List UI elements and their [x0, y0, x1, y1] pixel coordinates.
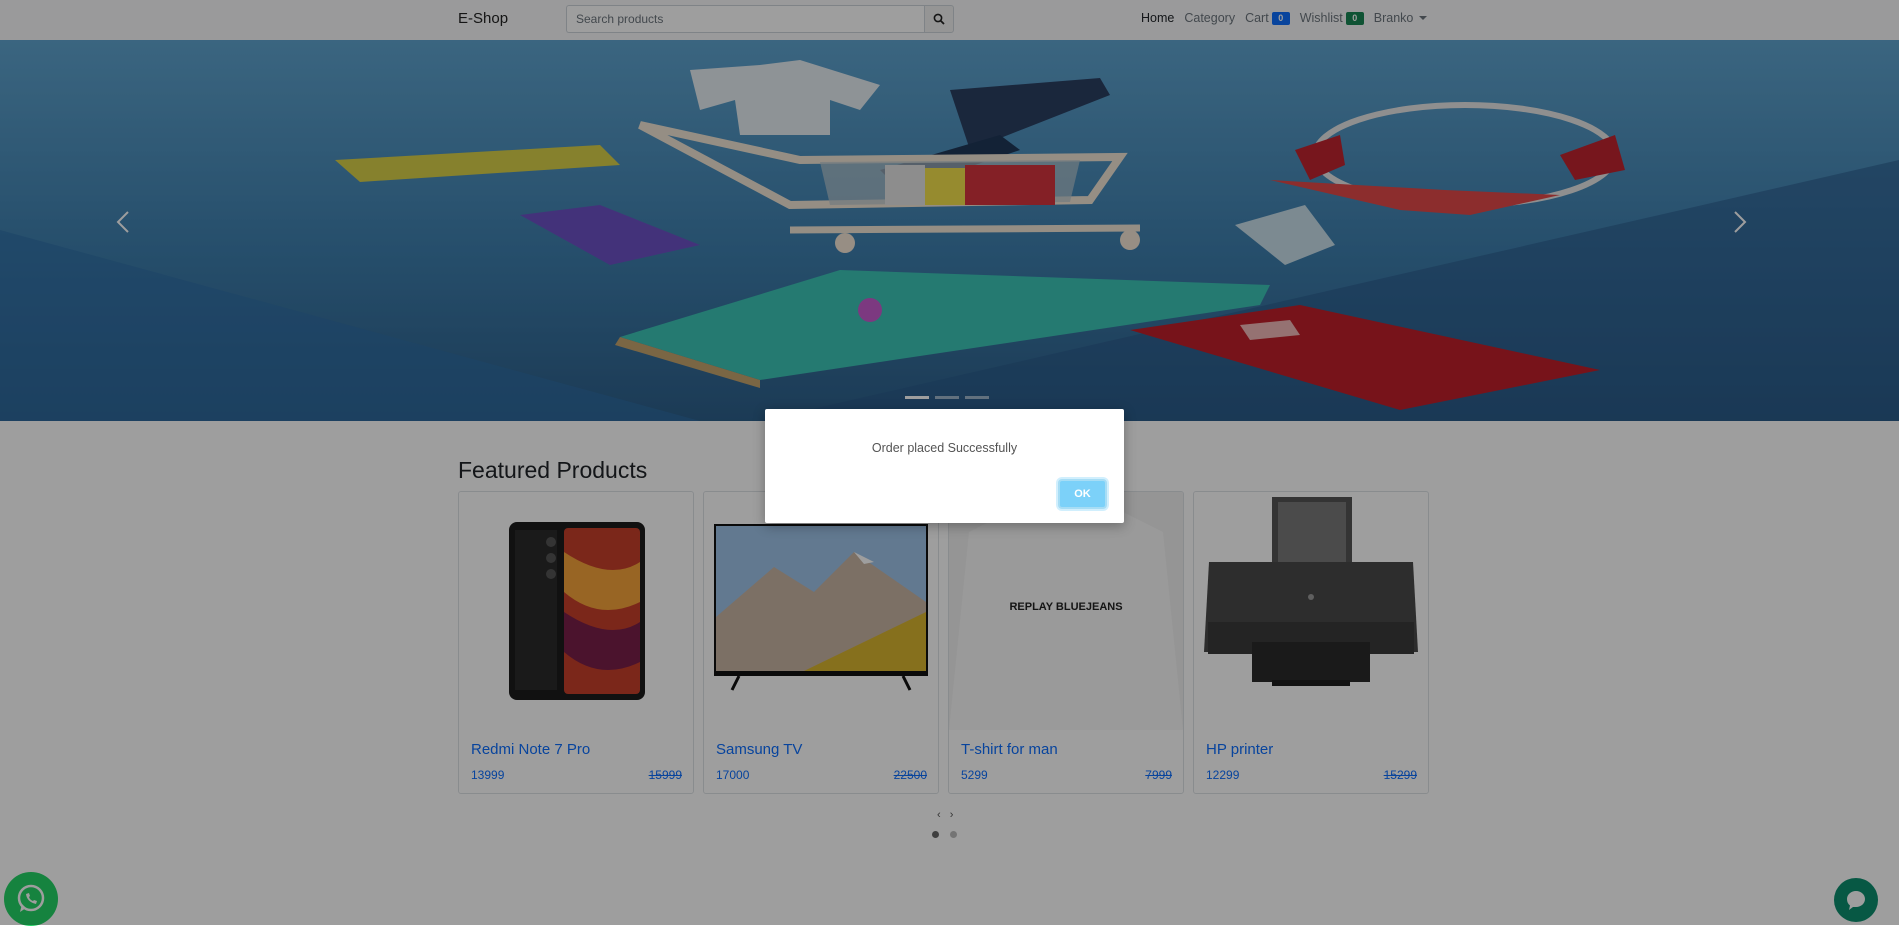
dialog-message: Order placed Successfully — [871, 441, 1018, 455]
order-success-dialog: Order placed Successfully OK — [765, 409, 1124, 523]
ok-button[interactable]: OK — [1058, 479, 1107, 509]
